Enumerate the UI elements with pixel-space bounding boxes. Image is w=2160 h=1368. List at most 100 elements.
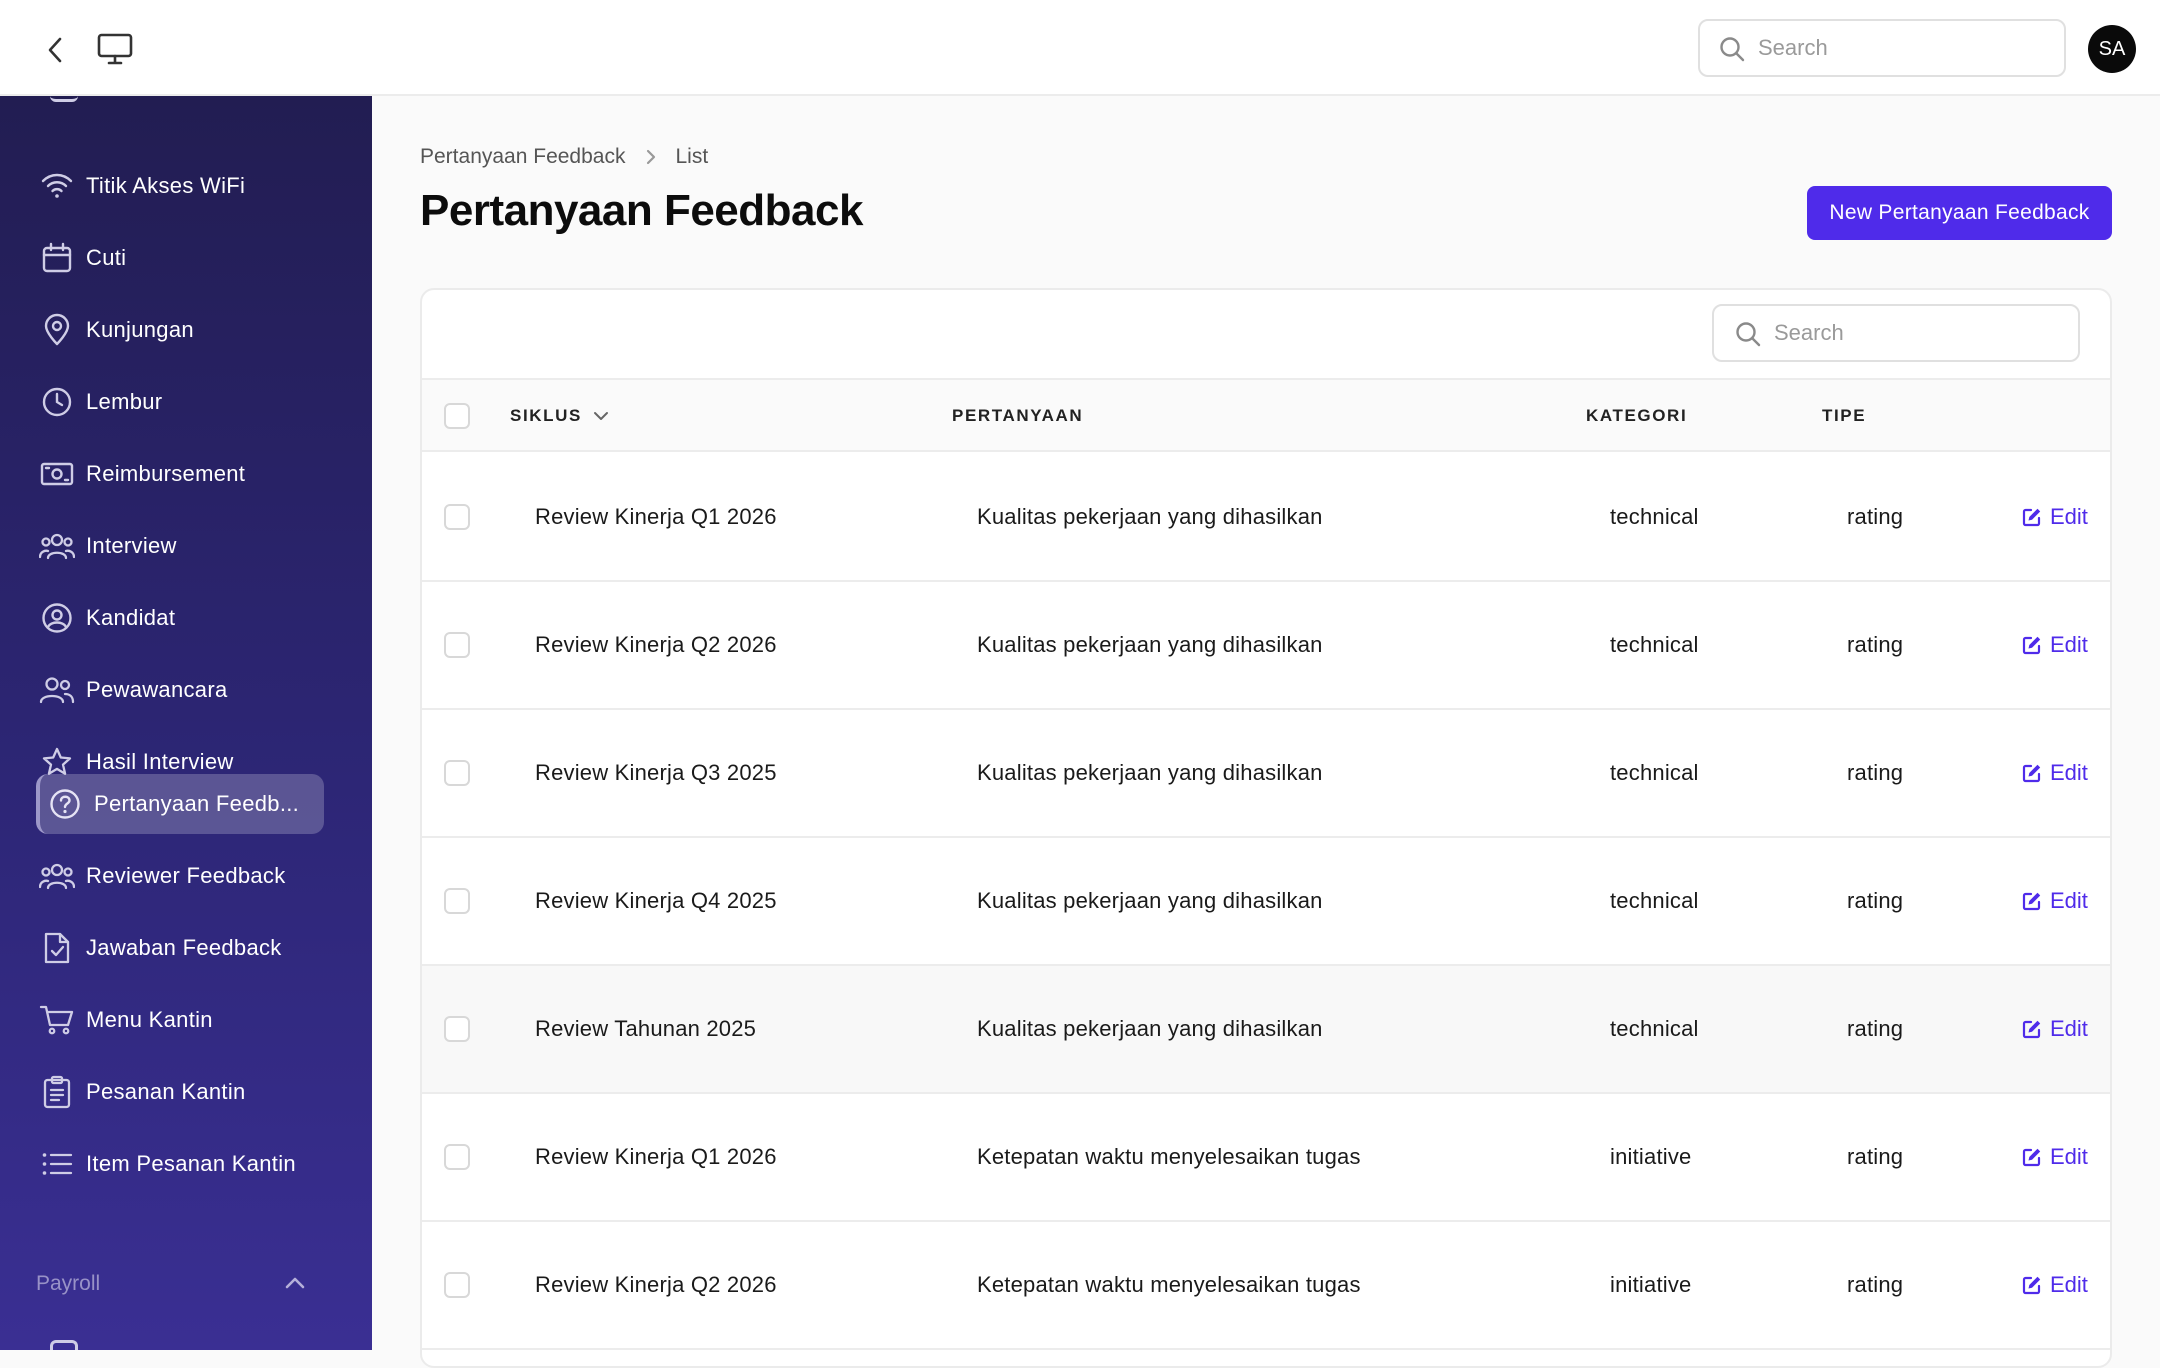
sidebar-item-item-pesanan-kantin[interactable]: Item Pesanan Kantin	[36, 1134, 324, 1194]
column-header-siklus[interactable]: SIKLUS	[510, 380, 610, 452]
cell-siklus: Review Kinerja Q2 2026	[535, 1272, 777, 1297]
cell-kategori: technical	[1610, 760, 1699, 785]
sidebar-item-pertanyaan-feedback[interactable]: Pertanyaan Feedb...	[36, 774, 324, 834]
sidebar-item-label: Pesanan Kantin	[86, 1079, 246, 1104]
edit-label: Edit	[2050, 760, 2088, 785]
cell-kategori: technical	[1610, 632, 1699, 657]
table-row: Review Tahunan 2025 Kualitas pekerjaan ya…	[422, 966, 2110, 1094]
cell-pertanyaan: Kualitas pekerjaan yang dihasilkan	[977, 504, 1323, 529]
question-circle-icon	[36, 774, 94, 834]
sidebar-item-menu-kantin[interactable]: Menu Kantin	[36, 990, 324, 1050]
row-checkbox[interactable]	[444, 888, 470, 914]
search-icon	[1734, 320, 1762, 353]
clock-icon	[28, 372, 86, 432]
sidebar-item-pewawancara[interactable]: Pewawancara	[36, 660, 324, 720]
table-row: Review Kinerja Q2 2026 Ketepatan waktu me…	[422, 1222, 2110, 1350]
table-row: Review Kinerja Q3 2025 Kualitas pekerjaan…	[422, 710, 2110, 838]
table-search-input[interactable]	[1774, 320, 2078, 346]
sidebar-item-cuti[interactable]: Cuti	[36, 228, 324, 288]
cell-tipe: rating	[1847, 1272, 1904, 1297]
cell-tipe: rating	[1847, 760, 1904, 785]
cell-tipe: rating	[1847, 504, 1904, 529]
sidebar-item-jawaban-feedback[interactable]: Jawaban Feedback	[36, 918, 324, 978]
edit-row-button[interactable]: Edit	[2022, 1222, 2088, 1348]
edit-row-button[interactable]: Edit	[2022, 582, 2088, 708]
table-search-field[interactable]	[1712, 304, 2080, 362]
chevron-down-icon	[592, 410, 610, 422]
sidebar-item-pesanan-kantin[interactable]: Pesanan Kantin	[36, 1062, 324, 1122]
cell-kategori: technical	[1610, 504, 1699, 529]
table-row: Review Kinerja Q1 2026 Kualitas pekerjaan…	[422, 454, 2110, 582]
back-chevron-icon[interactable]	[36, 30, 76, 70]
column-header-kategori: KATEGORI	[1586, 406, 1688, 425]
breadcrumb-current: List	[675, 145, 709, 168]
sidebar-section-label: Payroll	[36, 1272, 101, 1295]
row-checkbox[interactable]	[444, 504, 470, 530]
users-icon	[28, 660, 86, 720]
column-header-tipe: TIPE	[1822, 406, 1867, 425]
shopping-cart-icon	[28, 990, 86, 1050]
edit-row-button[interactable]: Edit	[2022, 966, 2088, 1092]
sidebar-item-kandidat[interactable]: Kandidat	[36, 588, 324, 648]
banknote-icon	[28, 444, 86, 504]
user-circle-icon	[28, 588, 86, 648]
breadcrumb-parent-link[interactable]: Pertanyaan Feedback	[420, 145, 625, 169]
sidebar-item-label: Item Pesanan Kantin	[86, 1151, 296, 1176]
edit-icon	[2022, 1019, 2050, 1039]
new-pertanyaan-feedback-button[interactable]: New Pertanyaan Feedback	[1807, 186, 2112, 240]
sidebar-item-kunjungan[interactable]: Kunjungan	[36, 300, 324, 360]
cell-tipe: rating	[1847, 632, 1904, 657]
cell-pertanyaan: Ketepatan waktu menyelesaikan tugas	[977, 1144, 1361, 1169]
sidebar: Titik Akses WiFi Cuti Kunjungan Lembur R…	[0, 96, 372, 1350]
select-all-checkbox[interactable]	[444, 403, 470, 429]
edit-label: Edit	[2050, 1272, 2088, 1297]
table-row: Review Kinerja Q4 2025 Kualitas pekerjaan…	[422, 838, 2110, 966]
cell-siklus: Review Kinerja Q2 2026	[535, 632, 777, 657]
user-group-icon	[28, 846, 86, 906]
sidebar-item-reimbursement[interactable]: Reimbursement	[36, 444, 324, 504]
edit-row-button[interactable]: Edit	[2022, 838, 2088, 964]
sidebar-item-label: Cuti	[86, 245, 127, 270]
table-row: Review Kinerja Q2 2026 Kualitas pekerjaan…	[422, 582, 2110, 710]
row-checkbox[interactable]	[444, 1144, 470, 1170]
monitor-icon[interactable]	[94, 28, 136, 70]
edit-row-button[interactable]: Edit	[2022, 710, 2088, 836]
list-icon	[28, 1134, 86, 1194]
cell-pertanyaan: Kualitas pekerjaan yang dihasilkan	[977, 760, 1323, 785]
edit-label: Edit	[2050, 632, 2088, 657]
column-header-pertanyaan: PERTANYAAN	[952, 406, 1084, 425]
global-search-input[interactable]	[1758, 35, 2064, 61]
cell-pertanyaan: Kualitas pekerjaan yang dihasilkan	[977, 888, 1323, 913]
sidebar-item-label: Pewawancara	[86, 677, 228, 702]
row-checkbox[interactable]	[444, 1016, 470, 1042]
avatar[interactable]: SA	[2088, 25, 2136, 73]
row-checkbox[interactable]	[444, 1272, 470, 1298]
search-icon	[1718, 35, 1746, 68]
chevron-right-icon	[645, 148, 657, 166]
cell-tipe: rating	[1847, 888, 1904, 913]
clipboard-icon	[28, 1062, 86, 1122]
sidebar-item-lembur[interactable]: Lembur	[36, 372, 324, 432]
edit-row-button[interactable]: Edit	[2022, 1094, 2088, 1220]
wifi-icon	[28, 156, 86, 216]
sidebar-item-label: Kunjungan	[86, 317, 194, 342]
row-checkbox[interactable]	[444, 760, 470, 786]
row-checkbox[interactable]	[444, 632, 470, 658]
edit-row-button[interactable]: Edit	[2022, 454, 2088, 580]
global-search-field[interactable]	[1698, 19, 2066, 77]
user-group-icon	[28, 516, 86, 576]
sidebar-partial-icon	[50, 96, 78, 102]
sidebar-item-label: Pertanyaan Feedb...	[94, 791, 300, 816]
cell-siklus: Review Kinerja Q3 2025	[535, 760, 777, 785]
sidebar-section-payroll[interactable]: Payroll	[36, 1264, 306, 1304]
cell-kategori: initiative	[1610, 1272, 1692, 1297]
cell-siklus: Review Tahunan 2025	[535, 1016, 757, 1041]
sidebar-item-reviewer-feedback[interactable]: Reviewer Feedback	[36, 846, 324, 906]
edit-icon	[2022, 507, 2050, 527]
sidebar-item-label: Jawaban Feedback	[86, 935, 282, 960]
cell-siklus: Review Kinerja Q4 2025	[535, 888, 777, 913]
sidebar-item-titik-akses-wifi[interactable]: Titik Akses WiFi	[36, 156, 324, 216]
cell-pertanyaan: Kualitas pekerjaan yang dihasilkan	[977, 1016, 1323, 1041]
document-check-icon	[28, 918, 86, 978]
sidebar-item-interview[interactable]: Interview	[36, 516, 324, 576]
